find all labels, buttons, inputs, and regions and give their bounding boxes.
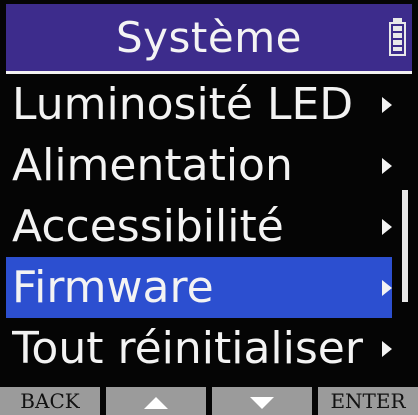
menu-item-accessibilite[interactable]: Accessibilité: [6, 196, 392, 257]
menu-item-label: Firmware: [12, 262, 214, 313]
menu-scrollbar[interactable]: [402, 78, 408, 378]
screen-title: Système: [116, 13, 302, 62]
chevron-right-icon: [382, 219, 392, 235]
menu-list: Luminosité LED Alimentation Accessibilit…: [0, 74, 418, 379]
chevron-right-icon: [382, 341, 392, 357]
chevron-right-icon: [382, 158, 392, 174]
chevron-right-icon: [382, 280, 392, 296]
menu-item-label: Tout réinitialiser: [12, 323, 363, 374]
enter-button[interactable]: ENTER: [318, 387, 418, 415]
menu-item-label: Accessibilité: [12, 201, 284, 252]
back-button[interactable]: BACK: [0, 387, 100, 415]
menu-item-tout-reinitialiser[interactable]: Tout réinitialiser: [6, 318, 392, 379]
device-screen: Système Luminosité LED Alimentation Acce…: [0, 0, 418, 415]
menu-item-alimentation[interactable]: Alimentation: [6, 135, 392, 196]
triangle-up-icon: [144, 396, 168, 409]
triangle-down-icon: [250, 396, 274, 409]
scrollbar-thumb[interactable]: [402, 190, 408, 302]
menu-item-firmware[interactable]: Firmware: [6, 257, 392, 318]
chevron-right-icon: [382, 97, 392, 113]
up-button[interactable]: [106, 387, 206, 415]
screen-header: Système: [6, 4, 412, 74]
menu-item-label: Alimentation: [12, 140, 293, 191]
softkey-bar: BACK ENTER: [0, 387, 418, 415]
menu-item-label: Luminosité LED: [12, 79, 354, 130]
menu-item-luminosite-led[interactable]: Luminosité LED: [6, 74, 392, 135]
down-button[interactable]: [212, 387, 312, 415]
battery-full-icon: [389, 18, 406, 56]
